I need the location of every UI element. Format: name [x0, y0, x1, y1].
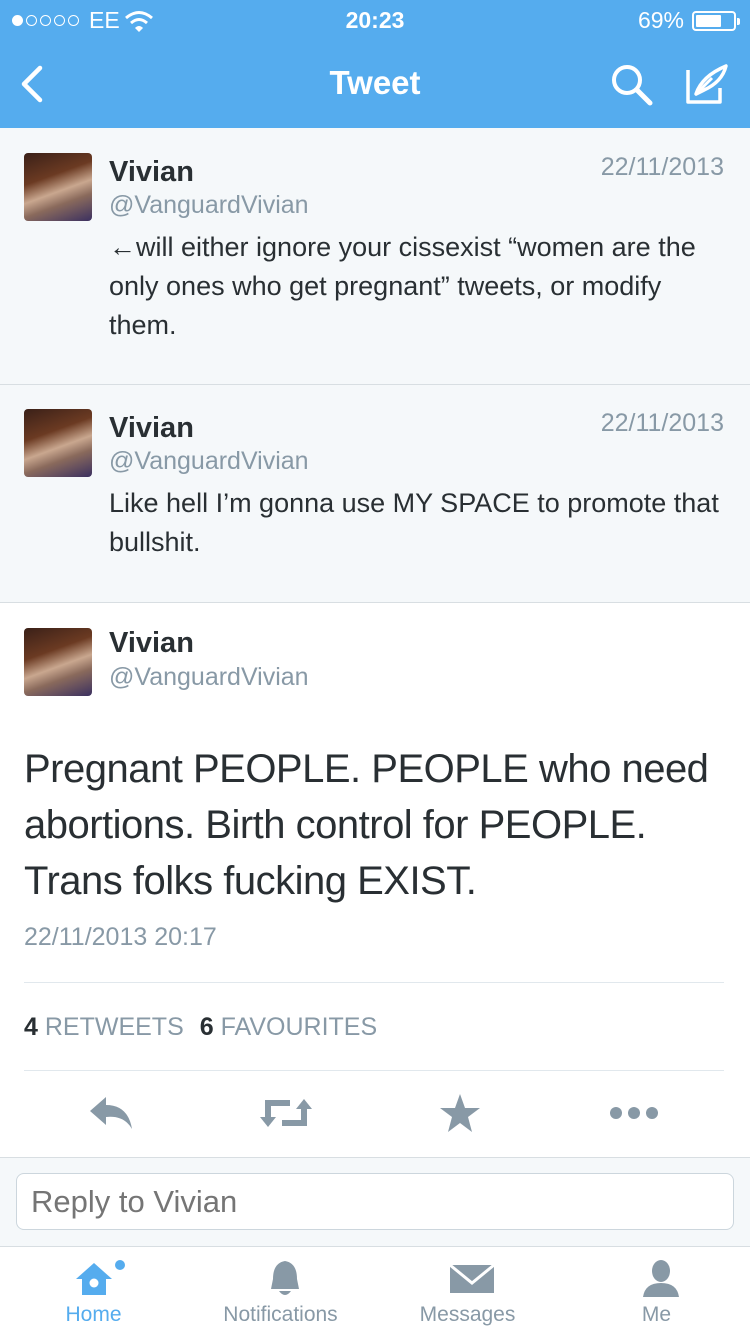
tab-bar: Home Notifications Messages Me — [0, 1246, 750, 1334]
favourites-label: FAVOURITES — [220, 1013, 378, 1041]
top-bar: EE 20:23 69% Tweet — [0, 0, 750, 128]
tab-label: Notifications — [223, 1303, 338, 1326]
status-bar: EE 20:23 69% — [0, 0, 750, 40]
tab-notifications[interactable]: Notifications — [187, 1247, 374, 1335]
search-icon[interactable] — [608, 62, 656, 106]
retweets-label: RETWEETS — [44, 1013, 184, 1041]
tweet-author-name: Vivian — [109, 156, 194, 188]
more-options-icon[interactable] — [604, 1091, 664, 1135]
favourites-count: 6 — [199, 1013, 214, 1041]
person-icon — [643, 1260, 679, 1297]
favourites-stat[interactable]: 6 FAVOURITES — [200, 1013, 377, 1042]
home-icon — [76, 1260, 125, 1295]
tweet-item[interactable]: Vivian @VanguardVivian 22/11/2013 ←will … — [0, 128, 750, 385]
tweet-text: Like hell I’m gonna use MY SPACE to prom… — [109, 488, 719, 557]
tweet-author-handle: @VanguardVivian — [109, 447, 309, 475]
tweet-stats: 4 RETWEETS 6 FAVOURITES — [24, 1013, 377, 1042]
avatar[interactable] — [24, 153, 92, 221]
tweet-date: 22/11/2013 — [600, 409, 724, 437]
tweet-author-handle: @VanguardVivian — [109, 191, 309, 219]
tweet-author-handle[interactable]: @VanguardVivian — [109, 663, 309, 692]
bell-icon — [271, 1261, 299, 1295]
tweet-author-name: Vivian — [109, 412, 194, 444]
main-tweet-text: Pregnant PEOPLE. PEOPLE who need abortio… — [24, 747, 709, 903]
avatar[interactable] — [24, 628, 92, 696]
tab-messages[interactable]: Messages — [374, 1247, 561, 1335]
reply-area — [0, 1158, 750, 1246]
divider — [24, 1070, 724, 1071]
tab-label: Me — [641, 1303, 672, 1326]
reply-icon[interactable] — [82, 1091, 142, 1135]
retweets-stat[interactable]: 4 RETWEETS — [24, 1013, 184, 1042]
divider — [24, 982, 724, 983]
reply-input[interactable] — [16, 1173, 734, 1230]
battery-icon — [692, 10, 740, 31]
favourite-star-icon[interactable] — [430, 1091, 490, 1135]
tweet-timestamp: 22/11/2013 20:17 — [24, 923, 217, 951]
tweet-item[interactable]: Vivian @VanguardVivian 22/11/2013 Like h… — [0, 385, 750, 603]
tab-label: Home — [65, 1303, 122, 1326]
tab-me[interactable]: Me — [563, 1247, 750, 1335]
tweet-actions — [0, 1091, 750, 1141]
avatar[interactable] — [24, 409, 92, 477]
tweet-author-name[interactable]: Vivian — [109, 627, 194, 660]
retweet-icon[interactable] — [256, 1091, 316, 1135]
tweet-text: ←will either ignore your cissexist “wome… — [109, 232, 696, 340]
tab-label: Messages — [419, 1303, 516, 1326]
compose-icon[interactable] — [682, 60, 732, 108]
retweets-count: 4 — [24, 1013, 38, 1041]
tab-home[interactable]: Home — [0, 1247, 187, 1335]
battery-group: 69% — [637, 7, 740, 34]
tweet-date: 22/11/2013 — [600, 153, 724, 181]
main-tweet: Vivian @VanguardVivian Pregnant PEOPLE. … — [0, 603, 750, 1158]
battery-percent: 69% — [637, 7, 684, 33]
envelope-icon — [449, 1263, 495, 1293]
